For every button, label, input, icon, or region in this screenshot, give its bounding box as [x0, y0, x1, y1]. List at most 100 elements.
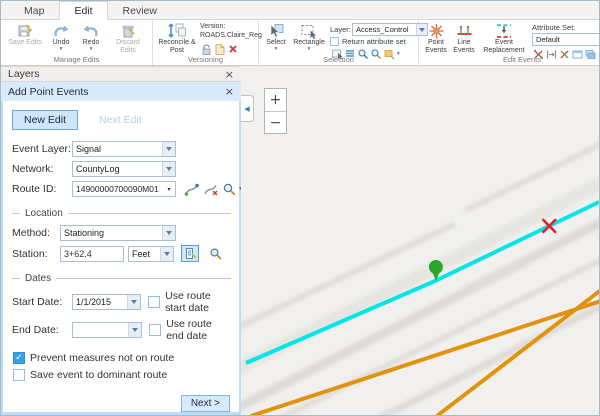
attribute-set-value: Default — [533, 35, 600, 44]
event-replacement-button[interactable]: Event Replacement — [478, 21, 530, 54]
event-layer-label: Event Layer: — [12, 143, 72, 155]
add-point-events-titlebar: Add Point Events × — [1, 82, 241, 101]
dock-panel: Layers × Add Point Events × New Edit Nex… — [1, 66, 241, 415]
select-icon — [267, 22, 285, 39]
chevron-down-icon[interactable]: ▾ — [275, 47, 278, 51]
tab-edit[interactable]: Edit — [59, 1, 107, 20]
start-date-value: 1/1/2015 — [73, 297, 127, 307]
chevron-down-icon[interactable] — [160, 247, 173, 261]
trash-icon — [120, 22, 136, 39]
location-section-header: Location — [12, 208, 231, 219]
attribute-set-select[interactable]: Default — [532, 33, 600, 46]
basemap-road-texture — [241, 144, 599, 415]
chevron-down-icon[interactable] — [128, 323, 141, 337]
event-point-marker — [429, 260, 443, 274]
undo-button[interactable]: Undo ▾ — [46, 21, 76, 51]
return-attribute-set-checkbox[interactable]: ✓ — [330, 37, 339, 46]
use-route-end-date-checkbox[interactable]: ✓ — [149, 324, 161, 336]
end-date-input[interactable] — [72, 322, 142, 338]
group-selection: Select ▾ Rectangle ▾ Layer: Access_Contr… — [259, 20, 419, 65]
reconcile-post-button[interactable]: Reconcile & Post — [156, 21, 198, 54]
point-events-button[interactable]: Point Events — [422, 21, 450, 54]
save-edits-button[interactable]: Save Edits — [4, 21, 46, 47]
group-label-manage-edits: Manage Edits — [1, 55, 152, 64]
rectangle-select-icon — [300, 22, 318, 39]
save-dominant-route-checkbox[interactable]: ✓ — [13, 369, 25, 381]
route-id-input[interactable]: 14900000700090M01 ▾ — [72, 181, 176, 197]
event-replacement-label: Event Replacement — [480, 39, 528, 54]
chevron-down-icon[interactable]: ▾ — [163, 186, 175, 193]
chevron-down-icon[interactable]: ▾ — [60, 47, 63, 51]
layer-label: Layer: — [330, 25, 352, 34]
select-route-icon[interactable] — [184, 181, 199, 197]
layers-pane-title: Layers — [8, 68, 40, 80]
zoom-to-route-icon[interactable] — [222, 181, 237, 197]
dates-section-header: Dates — [12, 273, 231, 284]
clear-route-icon[interactable] — [203, 181, 218, 197]
new-version-icon[interactable] — [213, 43, 226, 56]
line-events-icon — [456, 22, 473, 39]
ribbon-tabs: Map Edit Review — [1, 1, 599, 20]
chevron-down-icon[interactable]: ▾ — [90, 47, 93, 51]
selected-route-line — [246, 202, 599, 363]
network-select[interactable]: CountyLog — [72, 161, 176, 177]
attribute-set-label: Attribute Set: — [532, 23, 600, 32]
zoom-to-station-icon[interactable] — [208, 246, 224, 262]
group-edit-events: Point Events Line Events Event Replaceme… — [419, 20, 600, 65]
group-manage-edits: Save Edits Undo ▾ Redo ▾ — [1, 20, 153, 65]
main-area: Layers × Add Point Events × New Edit Nex… — [1, 66, 599, 415]
group-label-versioning: Versioning — [153, 55, 258, 64]
station-units-select[interactable]: Feet — [128, 246, 174, 262]
map-canvas[interactable]: ◀ + − — [241, 66, 599, 415]
use-route-start-date-label: Use route start date — [165, 290, 231, 314]
zoom-in-button[interactable]: + — [265, 89, 286, 111]
zoom-out-button[interactable]: − — [265, 111, 286, 133]
redo-button[interactable]: Redo ▾ — [76, 21, 106, 51]
next-button[interactable]: Next > — [181, 395, 230, 412]
collapse-panel-button[interactable]: ◀ — [241, 95, 254, 122]
version-label: Version: — [200, 23, 256, 32]
add-point-events-pane: New Edit Next Edit Event Layer: Signal N… — [1, 101, 241, 415]
close-icon[interactable]: × — [225, 86, 234, 97]
save-icon — [17, 22, 33, 39]
close-icon[interactable]: × — [225, 69, 234, 80]
pick-station-on-map-button[interactable] — [181, 245, 199, 262]
point-events-label: Point Events — [424, 39, 448, 54]
station-units-value: Feet — [129, 249, 160, 259]
tab-map[interactable]: Map — [9, 1, 59, 19]
chevron-down-icon[interactable] — [162, 142, 175, 156]
event-layer-select[interactable]: Signal — [72, 141, 176, 157]
next-edit-button[interactable]: Next Edit — [87, 110, 154, 130]
change-version-icon[interactable] — [200, 43, 213, 56]
route-id-value: 14900000700090M01 — [73, 184, 163, 194]
new-edit-button[interactable]: New Edit — [12, 110, 78, 130]
chevron-down-icon[interactable] — [127, 295, 140, 309]
chevron-down-icon[interactable]: ▾ — [308, 47, 311, 51]
prevent-measures-checkbox[interactable]: ✓ — [13, 352, 25, 364]
redo-icon — [82, 22, 100, 39]
undo-icon — [52, 22, 70, 39]
select-button[interactable]: Select ▾ — [262, 21, 290, 51]
tab-review[interactable]: Review — [108, 1, 172, 19]
return-attribute-set-label: Return attribute set — [342, 37, 406, 46]
method-select[interactable]: Stationing — [60, 225, 176, 241]
chevron-down-icon[interactable] — [162, 226, 175, 240]
application-window: Map Edit Review Save Edits Undo ▾ — [0, 0, 600, 416]
group-versioning: Reconcile & Post Version: ROADS.Claire_R… — [153, 20, 259, 65]
map-zoom-control: + − — [264, 88, 287, 134]
map-layers — [241, 66, 599, 415]
save-edits-label: Save Edits — [8, 39, 41, 47]
layer-select[interactable]: Access_Control — [352, 23, 428, 36]
chevron-down-icon[interactable] — [162, 162, 175, 176]
line-events-button[interactable]: Line Events — [450, 21, 478, 54]
discard-edits-button[interactable]: Discard Edits — [106, 21, 150, 54]
prevent-measures-label: Prevent measures not on route — [30, 352, 174, 364]
layers-pane-titlebar: Layers × — [1, 66, 241, 82]
station-input[interactable]: 3+62.4 — [60, 246, 124, 262]
layer-value: Access_Control — [353, 25, 416, 34]
delete-version-icon[interactable] — [226, 43, 239, 56]
use-route-start-date-checkbox[interactable]: ✓ — [148, 296, 160, 308]
rectangle-select-button[interactable]: Rectangle ▾ — [290, 21, 328, 51]
start-date-input[interactable]: 1/1/2015 — [72, 294, 141, 310]
event-replacement-icon — [494, 22, 514, 39]
